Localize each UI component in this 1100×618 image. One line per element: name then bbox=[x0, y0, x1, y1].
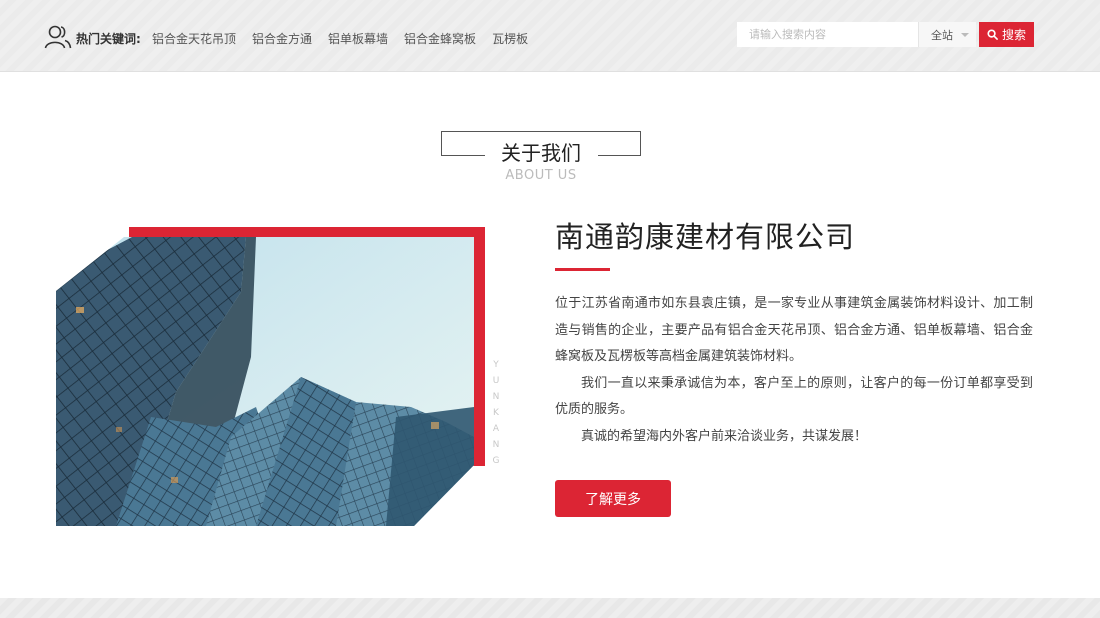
company-intro: 位于江苏省南通市如东县袁庄镇，是一家专业从事建筑金属装饰材料设计、加工制造与销售… bbox=[555, 291, 1033, 450]
keyword-link-ceiling[interactable]: 铝合金天花吊顶 bbox=[152, 30, 236, 47]
vertical-letter: Y bbox=[493, 360, 499, 370]
search-button[interactable]: 搜索 bbox=[979, 22, 1034, 47]
vertical-letter: A bbox=[492, 424, 500, 434]
section-title: 关于我们 bbox=[501, 141, 581, 165]
keyword-link-square-tube[interactable]: 铝合金方通 bbox=[252, 30, 312, 47]
next-section-strip bbox=[0, 598, 1100, 618]
users-icon bbox=[44, 24, 72, 50]
search-icon bbox=[987, 29, 998, 40]
search-scope-select[interactable]: 全站 bbox=[918, 22, 976, 47]
hot-keywords-list: 铝合金天花吊顶 铝合金方通 铝单板幕墙 铝合金蜂窝板 瓦楞板 bbox=[152, 30, 528, 47]
vertical-letter: N bbox=[492, 392, 500, 402]
search-button-label: 搜索 bbox=[1001, 28, 1026, 42]
title-accent-bar bbox=[555, 268, 610, 271]
section-subtitle: ABOUT US bbox=[505, 168, 577, 183]
company-name: 南通韵康建材有限公司 bbox=[555, 220, 856, 254]
search-input[interactable] bbox=[737, 22, 918, 47]
vertical-letter: K bbox=[493, 408, 499, 418]
intro-paragraph-3: 真诚的希望海内外客户前来洽谈业务，共谋发展！ bbox=[581, 428, 868, 444]
learn-more-button[interactable]: 了解更多 bbox=[555, 480, 671, 517]
vertical-brand-text: YUNKANG bbox=[489, 360, 503, 466]
top-bar: 热门关键词: 铝合金天花吊顶 铝合金方通 铝单板幕墙 铝合金蜂窝板 瓦楞板 全站… bbox=[0, 0, 1100, 72]
caret-down-icon bbox=[961, 33, 969, 37]
skyscraper-image bbox=[56, 237, 474, 526]
hot-keywords-label: 热门关键词: bbox=[76, 32, 141, 46]
keyword-link-corrugated-board[interactable]: 瓦楞板 bbox=[492, 30, 528, 47]
keyword-link-honeycomb-panel[interactable]: 铝合金蜂窝板 bbox=[404, 30, 476, 47]
intro-paragraph-2: 我们一直以来秉承诚信为本，客户至上的原则，让客户的每一份订单都享受到优质的服务。 bbox=[555, 375, 1033, 418]
vertical-letter: N bbox=[492, 440, 500, 450]
keyword-link-curtain-wall[interactable]: 铝单板幕墙 bbox=[328, 30, 388, 47]
intro-paragraph-1: 位于江苏省南通市如东县袁庄镇，是一家专业从事建筑金属装饰材料设计、加工制造与销售… bbox=[555, 296, 1033, 364]
vertical-letter: U bbox=[492, 376, 500, 386]
vertical-letter: G bbox=[492, 456, 500, 466]
building-photo bbox=[56, 237, 474, 526]
search-scope-value: 全站 bbox=[931, 28, 953, 42]
